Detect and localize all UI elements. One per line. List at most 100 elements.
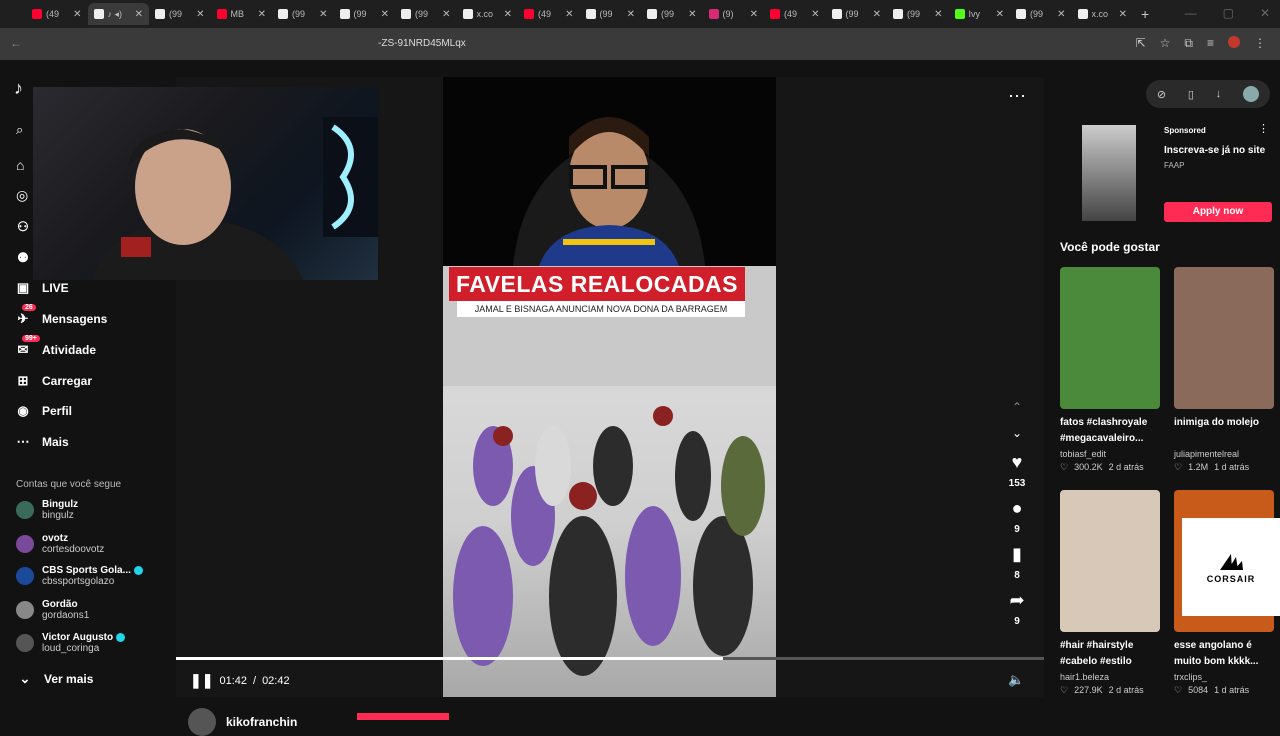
close-tab-icon[interactable]: ✕ bbox=[750, 9, 758, 20]
browser-tab[interactable]: ♪ ◂) ✕ bbox=[87, 3, 149, 25]
video-progress-bar[interactable] bbox=[176, 657, 1044, 660]
creator-info[interactable]: kikofranchin bbox=[188, 708, 297, 736]
browser-tab[interactable]: (49 ✕ bbox=[518, 3, 580, 25]
volume-icon[interactable]: 🔈 bbox=[1008, 672, 1024, 688]
chevron-down-icon[interactable]: ⌄ bbox=[1000, 426, 1034, 452]
recommended-video-card[interactable]: fatos #clashroyale #megacavaleiro... tob… bbox=[1060, 267, 1160, 473]
maximize-icon[interactable]: ▢ bbox=[1223, 6, 1234, 20]
video-author: tobiasf_edit bbox=[1060, 449, 1107, 459]
sidebar-item-perfil[interactable]: ◉ Perfil bbox=[14, 403, 72, 419]
tiktok-page: ♪ ⌕ ⌂ ◎ ⚇Seguindo⚉Amigos▣LIVE✈26Mensagen… bbox=[0, 60, 1280, 736]
browser-tab[interactable]: (9) ✕ bbox=[703, 3, 765, 25]
followed-account[interactable]: ovotz cortesdoovotz bbox=[16, 533, 104, 555]
sidebar-item-live[interactable]: ▣ LIVE bbox=[14, 280, 69, 296]
close-tab-icon[interactable]: ✕ bbox=[688, 9, 696, 20]
download-icon[interactable]: ↓ bbox=[1216, 88, 1222, 100]
extensions-icon[interactable]: ⧉ bbox=[1184, 36, 1193, 51]
more-options-icon[interactable]: ⋯ bbox=[1008, 86, 1026, 107]
minimize-icon[interactable]: — bbox=[1185, 6, 1197, 20]
sidebar-item-carregar[interactable]: ⊞ Carregar bbox=[14, 373, 92, 389]
avatar[interactable] bbox=[1228, 36, 1240, 48]
ad-thumbnail[interactable] bbox=[1082, 125, 1136, 221]
video-author: trxclips_ bbox=[1174, 672, 1208, 682]
browser-tab[interactable]: (99 ✕ bbox=[149, 3, 211, 25]
apply-now-button[interactable]: Apply now bbox=[1164, 202, 1272, 222]
followed-account[interactable]: Bingulz bingulz bbox=[16, 499, 78, 521]
sidebar-item-atividade[interactable]: ✉ 99+ Atividade bbox=[14, 335, 96, 358]
browser-tab[interactable]: (99 ✕ bbox=[272, 3, 334, 25]
corsair-brand: CORSAIR bbox=[1206, 574, 1256, 584]
search-icon[interactable]: ⌕ bbox=[16, 122, 23, 138]
corsair-ad-overlay[interactable]: CORSAIR bbox=[1182, 518, 1280, 616]
close-tab-icon[interactable]: ✕ bbox=[504, 9, 512, 20]
close-window-icon[interactable]: ✕ bbox=[1260, 6, 1270, 20]
pause-icon[interactable]: ❚❚ bbox=[190, 672, 213, 689]
close-tab-icon[interactable]: ✕ bbox=[258, 9, 266, 20]
media-icon[interactable]: ≡ bbox=[1207, 36, 1214, 51]
browser-tab[interactable]: (99 ✕ bbox=[395, 3, 457, 25]
recommended-video-card[interactable]: inimiga do molejo juliapimentelreal ♡ 1.2… bbox=[1174, 267, 1274, 473]
bookmark-star-icon[interactable]: ☆ bbox=[1160, 36, 1171, 51]
sidebar-item-mais[interactable]: ⋯ Mais bbox=[14, 434, 69, 450]
explore-icon[interactable]: ◎ bbox=[16, 187, 28, 204]
install-icon[interactable]: ⇱ bbox=[1136, 36, 1146, 51]
kebab-menu-icon[interactable]: ⋮ bbox=[1254, 36, 1266, 51]
url-text[interactable]: -ZS-91NRD45MLqx bbox=[378, 38, 466, 49]
ad-menu-icon[interactable]: ⋮ bbox=[1258, 122, 1269, 135]
video-frame[interactable]: FAVELAS REALOCADAS JAMAL E BISNAGA ANUNC… bbox=[443, 77, 776, 697]
browser-tab[interactable]: (99 ✕ bbox=[334, 3, 396, 25]
back-icon[interactable]: ← bbox=[10, 36, 22, 50]
browser-tab[interactable]: (99 ✕ bbox=[887, 3, 949, 25]
video-thumbnail bbox=[1174, 267, 1274, 409]
compass-icon[interactable]: ⊘ bbox=[1157, 88, 1166, 101]
close-tab-icon[interactable]: ✕ bbox=[1057, 9, 1065, 20]
like-heart-icon[interactable]: ♥ bbox=[1000, 452, 1034, 478]
close-tab-icon[interactable]: ✕ bbox=[627, 9, 635, 20]
browser-tab[interactable]: (99 ✕ bbox=[1010, 3, 1072, 25]
browser-tab[interactable]: (49 ✕ bbox=[764, 3, 826, 25]
home-icon[interactable]: ⌂ bbox=[16, 157, 24, 173]
close-tab-icon[interactable]: ✕ bbox=[73, 9, 81, 20]
ad-title[interactable]: Inscreva-se já no site bbox=[1164, 145, 1274, 156]
close-tab-icon[interactable]: ✕ bbox=[996, 9, 1004, 20]
tiktok-logo-icon[interactable]: ♪ bbox=[14, 78, 23, 99]
chevron-up-icon[interactable]: ⌃ bbox=[1000, 400, 1034, 426]
close-tab-icon[interactable]: ✕ bbox=[934, 9, 942, 20]
see-more-button[interactable]: ⌄ Ver mais bbox=[16, 671, 94, 687]
sidebar-item-mensagens[interactable]: ✈ 26 Mensagens bbox=[14, 304, 107, 327]
bookmark-icon[interactable]: ▮ bbox=[1000, 544, 1034, 570]
avatar[interactable] bbox=[1243, 86, 1260, 102]
video-thumbnail bbox=[1060, 490, 1160, 632]
streamer-silhouette bbox=[513, 117, 705, 266]
close-tab-icon[interactable]: ✕ bbox=[135, 9, 143, 20]
browser-tab[interactable]: x.co ✕ bbox=[1072, 3, 1134, 25]
close-tab-icon[interactable]: ✕ bbox=[1119, 9, 1127, 20]
follow-button[interactable] bbox=[357, 713, 449, 720]
close-tab-icon[interactable]: ✕ bbox=[565, 9, 573, 20]
followed-account[interactable]: Gordão gordaons1 bbox=[16, 599, 89, 621]
browser-tab[interactable]: (49 ✕ bbox=[26, 3, 88, 25]
close-tab-icon[interactable]: ✕ bbox=[873, 9, 881, 20]
browser-tab[interactable]: (99 ✕ bbox=[826, 3, 888, 25]
browser-tab[interactable]: MB ✕ bbox=[211, 3, 273, 25]
mobile-icon[interactable]: ▯ bbox=[1188, 88, 1194, 101]
close-tab-icon[interactable]: ✕ bbox=[381, 9, 389, 20]
close-tab-icon[interactable]: ✕ bbox=[319, 9, 327, 20]
browser-tab[interactable]: (99 ✕ bbox=[641, 3, 703, 25]
close-tab-icon[interactable]: ✕ bbox=[811, 9, 819, 20]
followed-account[interactable]: Victor Augusto loud_coringa bbox=[16, 632, 126, 654]
close-tab-icon[interactable]: ✕ bbox=[442, 9, 450, 20]
tab-title: (9) bbox=[722, 9, 734, 19]
browser-tab[interactable]: x.co ✕ bbox=[457, 3, 519, 25]
recommended-video-card[interactable]: #hair #hairstyle #cabelo #estilo hair1.b… bbox=[1060, 490, 1160, 696]
share-icon[interactable]: ➦ bbox=[1000, 590, 1034, 616]
browser-tab[interactable]: Ivy ✕ bbox=[949, 3, 1011, 25]
followed-account[interactable]: CBS Sports Gola... cbssportsgolazo bbox=[16, 565, 143, 587]
new-tab-button[interactable]: + bbox=[1141, 6, 1149, 22]
browser-tab[interactable]: (99 ✕ bbox=[580, 3, 642, 25]
close-tab-icon[interactable]: ✕ bbox=[196, 9, 204, 20]
tab-title: (99 bbox=[907, 9, 921, 19]
video-likes: 5084 bbox=[1188, 685, 1209, 695]
comment-icon[interactable]: ● bbox=[1000, 498, 1034, 524]
address-bar: ← -ZS-91NRD45MLqx ⇱ ☆ ⧉ ≡ ⋮ bbox=[0, 28, 1280, 60]
